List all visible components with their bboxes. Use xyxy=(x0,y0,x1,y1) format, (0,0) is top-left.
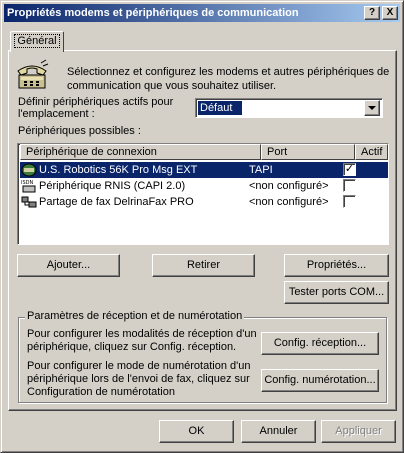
location-label-line2: l'emplacement : xyxy=(18,108,95,120)
apply-button[interactable]: Appliquer xyxy=(321,420,396,443)
reception-text-line2: périphérique, cliquez sur Config. récept… xyxy=(27,341,237,353)
reception-text-line1: Pour configurer les modalités de récepti… xyxy=(27,328,257,340)
dialing-text-line2: périphérique lors de l'envoi de fax, cli… xyxy=(27,373,250,385)
title-bar[interactable]: Propriétés modems et périphériques de co… xyxy=(4,4,400,22)
add-button[interactable]: Ajouter... xyxy=(17,254,120,277)
location-select[interactable]: Défaut xyxy=(195,98,383,118)
properties-button[interactable]: Propriétés... xyxy=(284,254,389,277)
fax-share-icon xyxy=(21,195,37,209)
intro-text-line1: Sélectionnez et configurez les modems et… xyxy=(67,66,390,78)
column-device[interactable]: Périphérique de connexion xyxy=(20,144,261,160)
device-name: U.S. Robotics 56K Pro Msg EXT xyxy=(39,164,198,176)
device-port: <non configuré> xyxy=(249,196,329,208)
config-dialing-button[interactable]: Config. numérotation... xyxy=(261,369,379,392)
column-active[interactable]: Actif xyxy=(355,144,388,160)
window-title: Propriétés modems et périphériques de co… xyxy=(7,7,299,19)
location-dropdown-button[interactable] xyxy=(364,100,380,116)
help-button[interactable]: ? xyxy=(364,6,380,20)
chevron-down-icon xyxy=(368,106,376,110)
dialing-text-line1: Pour configurer le mode de numérotation … xyxy=(27,360,251,372)
intro-text-line2: communication que vous souhaitez utilise… xyxy=(67,80,277,92)
isdn-icon: ISDN xyxy=(21,179,37,193)
properties-dialog: Propriétés modems et périphériques de co… xyxy=(0,0,404,453)
device-row[interactable]: U.S. Robotics 56K Pro Msg EXT TAPI ✓ xyxy=(20,162,388,178)
tab-general-label: Général xyxy=(14,34,60,48)
location-value: Défaut xyxy=(198,101,242,115)
active-checkbox[interactable]: ✓ xyxy=(343,163,356,176)
telephone-icon xyxy=(15,59,49,91)
svg-text:ISDN: ISDN xyxy=(21,180,33,186)
device-port: TAPI xyxy=(249,164,273,176)
close-button[interactable]: X xyxy=(382,6,398,20)
device-name: Partage de fax DelrinaFax PRO xyxy=(39,196,194,208)
column-port[interactable]: Port xyxy=(261,144,355,160)
remove-button[interactable]: Retirer xyxy=(152,254,255,277)
modem-icon xyxy=(21,163,37,177)
device-row[interactable]: Partage de fax DelrinaFax PRO <non confi… xyxy=(20,194,388,210)
location-label-line1: Définir périphériques actifs pour xyxy=(18,96,174,108)
device-name: Périphérique RNIS (CAPI 2.0) xyxy=(39,180,186,192)
group-title: Paramètres de réception et de numérotati… xyxy=(25,310,245,322)
devices-label: Périphériques possibles : xyxy=(18,125,141,137)
device-port: <non configuré> xyxy=(249,180,329,192)
ok-button[interactable]: OK xyxy=(159,420,234,443)
active-checkbox[interactable] xyxy=(343,195,356,208)
device-row[interactable]: ISDN Périphérique RNIS (CAPI 2.0) <non c… xyxy=(20,178,388,194)
active-checkbox[interactable] xyxy=(343,179,356,192)
test-com-ports-button[interactable]: Tester ports COM... xyxy=(284,281,389,304)
tab-general[interactable]: Général xyxy=(10,31,64,52)
devices-list[interactable]: Périphérique de connexion Port Actif U.S… xyxy=(17,143,389,245)
dialing-text-line3: Configuration de numérotation xyxy=(27,386,175,398)
cancel-button[interactable]: Annuler xyxy=(241,420,316,443)
config-reception-button[interactable]: Config. réception... xyxy=(261,332,379,355)
